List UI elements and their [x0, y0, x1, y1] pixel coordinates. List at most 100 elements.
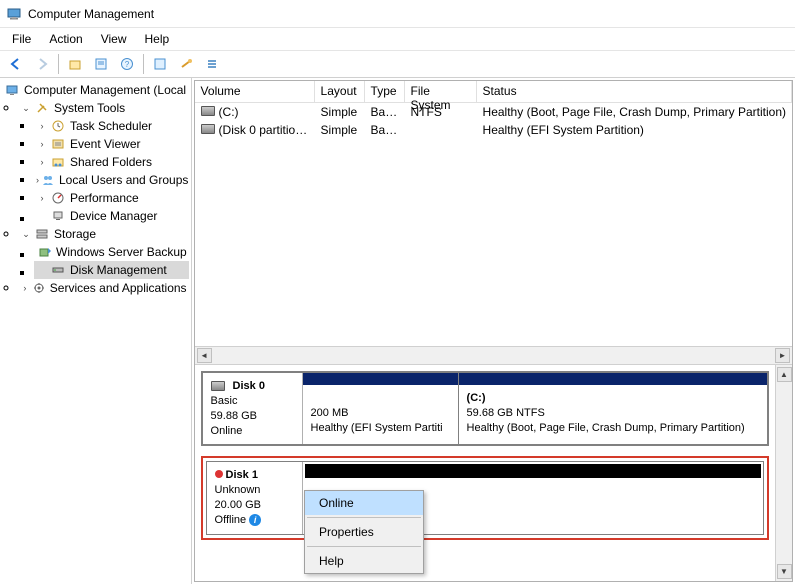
menu-help[interactable]: Help	[137, 30, 178, 48]
part2-label: (C:)	[467, 391, 759, 406]
unallocated-stripe	[305, 464, 761, 478]
expander-expand-icon[interactable]: ›	[36, 156, 48, 168]
disk1-size: 20.00 GB	[215, 498, 294, 513]
disk-graphical-pane: Disk 0 Basic 59.88 GB Online 200 MB Heal…	[195, 365, 775, 581]
disk-pane-row: Disk 0 Basic 59.88 GB Online 200 MB Heal…	[195, 365, 792, 581]
volume-header-row: Volume Layout Type File System Status	[195, 81, 792, 103]
event-icon	[50, 136, 66, 152]
tree-label: Services and Applications	[50, 281, 187, 295]
menu-action[interactable]: Action	[41, 30, 90, 48]
tree-label: Shared Folders	[70, 155, 152, 169]
volume-row[interactable]: (Disk 0 partition 1) Simple Basic Health…	[195, 121, 792, 139]
help-button[interactable]: ?	[115, 52, 139, 76]
tools-icon	[34, 100, 50, 116]
tree-label: Windows Server Backup	[56, 245, 187, 259]
tree-label: Task Scheduler	[70, 119, 152, 133]
disk1-type: Unknown	[215, 483, 294, 498]
tree-server-backup[interactable]: Windows Server Backup	[34, 243, 189, 261]
settings-button[interactable]	[174, 52, 198, 76]
context-menu-properties[interactable]: Properties	[305, 520, 423, 544]
disk0-type: Basic	[211, 394, 294, 409]
volume-type: Basic	[365, 123, 405, 137]
volume-row[interactable]: (C:) Simple Basic NTFS Healthy (Boot, Pa…	[195, 103, 792, 121]
disk1-block[interactable]: Disk 1 Unknown 20.00 GB Offlinei	[206, 461, 764, 534]
context-menu-separator	[307, 517, 421, 518]
menu-view[interactable]: View	[93, 30, 135, 48]
tree-services-apps[interactable]: › Services and Applications	[18, 279, 189, 297]
tree-system-tools[interactable]: ⌄ System Tools	[18, 99, 189, 117]
expander-collapse-icon[interactable]: ⌄	[20, 102, 32, 114]
tree-label: Local Users and Groups	[59, 173, 188, 187]
col-header-volume[interactable]: Volume	[195, 81, 315, 102]
right-pane: Volume Layout Type File System Status (C…	[194, 80, 793, 582]
disk0-block[interactable]: Disk 0 Basic 59.88 GB Online 200 MB Heal…	[201, 371, 769, 446]
folder-share-icon	[50, 154, 66, 170]
tree-shared-folders[interactable]: › Shared Folders	[34, 153, 189, 171]
toolbar-separator	[58, 54, 59, 74]
offline-indicator-icon	[215, 470, 223, 478]
expander-expand-icon[interactable]: ›	[36, 192, 48, 204]
col-header-status[interactable]: Status	[477, 81, 792, 102]
info-icon[interactable]: i	[249, 514, 261, 526]
up-button[interactable]	[63, 52, 87, 76]
expander-expand-icon[interactable]: ›	[36, 138, 48, 150]
expander-expand-icon[interactable]: ›	[20, 282, 30, 294]
forward-button[interactable]	[30, 52, 54, 76]
col-header-layout[interactable]: Layout	[315, 81, 365, 102]
part2-status: Healthy (Boot, Page File, Crash Dump, Pr…	[467, 421, 759, 436]
drive-icon	[201, 124, 215, 134]
tree-task-scheduler[interactable]: › Task Scheduler	[34, 117, 189, 135]
volume-name: (C:)	[219, 105, 239, 119]
scroll-down-icon[interactable]: ▼	[777, 564, 792, 579]
disk1-info: Disk 1 Unknown 20.00 GB Offlinei	[207, 462, 303, 533]
tree-device-manager[interactable]: Device Manager	[34, 207, 189, 225]
tree-root[interactable]: Computer Management (Local	[2, 81, 189, 99]
refresh-button[interactable]	[148, 52, 172, 76]
volume-name: (Disk 0 partition 1)	[219, 123, 315, 137]
performance-icon	[50, 190, 66, 206]
tree-event-viewer[interactable]: ›Event Viewer	[34, 135, 189, 153]
disk1-state: Offline	[215, 513, 247, 528]
disk-icon	[50, 262, 66, 278]
partition-stripe	[303, 373, 458, 385]
toolbar: ?	[0, 50, 795, 78]
menu-file[interactable]: File	[4, 30, 39, 48]
disk0-part2[interactable]: (C:) 59.68 GB NTFS Healthy (Boot, Page F…	[458, 373, 767, 444]
expander-expand-icon[interactable]: ›	[36, 174, 39, 186]
partition-stripe	[459, 373, 767, 385]
scroll-up-icon[interactable]: ▲	[777, 367, 792, 382]
col-header-type[interactable]: Type	[365, 81, 405, 102]
disk0-size: 59.88 GB	[211, 409, 294, 424]
tree-label: Storage	[54, 227, 96, 241]
services-icon	[32, 280, 46, 296]
disk0-info: Disk 0 Basic 59.88 GB Online	[203, 373, 303, 444]
tree-storage[interactable]: ⌄ Storage	[18, 225, 189, 243]
tree-disk-management[interactable]: Disk Management	[34, 261, 189, 279]
part2-size: 59.68 GB NTFS	[467, 406, 759, 421]
drive-icon	[211, 381, 225, 391]
expander-collapse-icon[interactable]: ⌄	[20, 228, 32, 240]
drive-icon	[201, 106, 215, 116]
expander-expand-icon[interactable]: ›	[36, 120, 48, 132]
vertical-scrollbar[interactable]: ▲ ▼	[775, 365, 792, 581]
tree-local-users[interactable]: › Local Users and Groups	[34, 171, 189, 189]
device-icon	[50, 208, 66, 224]
toolbar-separator	[143, 54, 144, 74]
volume-fs: NTFS	[405, 105, 477, 119]
tree-performance[interactable]: ›Performance	[34, 189, 189, 207]
scroll-right-icon[interactable]: ►	[775, 348, 790, 363]
context-menu-help[interactable]: Help	[305, 549, 423, 573]
horizontal-scrollbar[interactable]: ◄ ►	[195, 346, 792, 364]
context-menu-online[interactable]: Online	[305, 491, 423, 515]
volume-list: Volume Layout Type File System Status (C…	[195, 81, 792, 365]
properties-button[interactable]	[89, 52, 113, 76]
scroll-left-icon[interactable]: ◄	[197, 348, 212, 363]
tree-label: Disk Management	[70, 263, 167, 277]
svg-text:?: ?	[125, 60, 130, 69]
back-button[interactable]	[4, 52, 28, 76]
col-header-filesystem[interactable]: File System	[405, 81, 477, 102]
disk0-part1[interactable]: 200 MB Healthy (EFI System Partiti	[303, 373, 458, 444]
tree-label: System Tools	[54, 101, 125, 115]
disk1-name: Disk 1	[226, 469, 258, 481]
list-button[interactable]	[200, 52, 224, 76]
